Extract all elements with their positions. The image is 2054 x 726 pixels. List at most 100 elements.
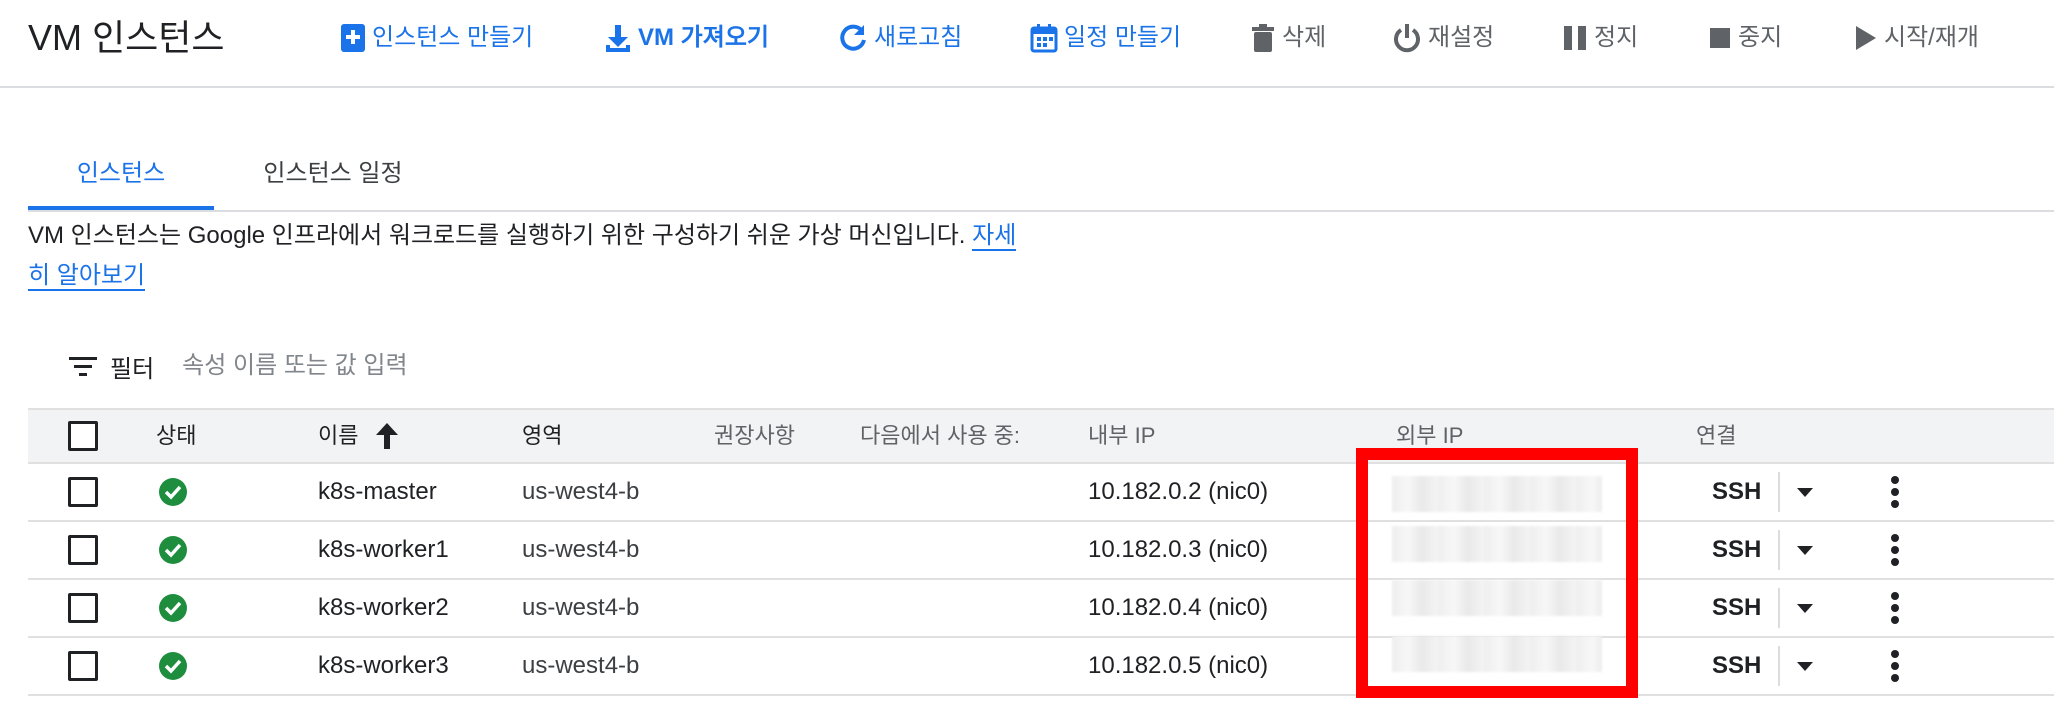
row-checkbox[interactable] (68, 477, 98, 507)
column-name: 이름 (318, 423, 359, 448)
more-actions-button[interactable] (1890, 580, 1900, 636)
caret-down-icon (1797, 488, 1813, 497)
top-toolbar: VM 인스턴스 인스턴스 만들기 VM 가져오기 새로고침 일정 만들기 삭제 … (0, 0, 2054, 88)
more-actions-button[interactable] (1890, 638, 1900, 694)
table-row[interactable]: k8s-worker2 us-west4-b 10.182.0.4 (nic0)… (28, 580, 2054, 638)
caret-down-icon (1797, 546, 1813, 555)
table-header: 상태 이름 영역 권장사항 다음에서 사용 중: 내부 IP 외부 IP 연결 (28, 408, 2054, 464)
check-circle-icon (159, 536, 187, 564)
internal-ip: 10.182.0.2 (nic0) (1088, 478, 1269, 505)
filter-input[interactable] (182, 352, 683, 380)
filter-label: 필터 (110, 355, 155, 383)
instance-zone: us-west4-b (522, 478, 640, 505)
pause-icon (1564, 26, 1586, 50)
tabs-divider (28, 210, 2054, 212)
more-actions-button[interactable] (1890, 522, 1900, 578)
suspend-button[interactable]: 정지 (1562, 18, 1638, 58)
download-icon (606, 25, 630, 52)
caret-down-icon (1797, 662, 1813, 671)
instance-name[interactable]: k8s-master (318, 464, 437, 520)
page-title: VM 인스턴스 (28, 17, 225, 58)
table-row[interactable]: k8s-master us-west4-b 10.182.0.2 (nic0) … (28, 464, 2054, 522)
ssh-button[interactable]: SSH (1712, 464, 1761, 520)
internal-ip: 10.182.0.5 (nic0) (1088, 652, 1269, 679)
refresh-icon (840, 24, 866, 51)
table-row[interactable]: k8s-worker3 us-west4-b 10.182.0.5 (nic0)… (28, 636, 2054, 696)
ssh-divider (1778, 472, 1780, 512)
instance-zone: us-west4-b (522, 652, 640, 679)
more-vert-icon (1891, 534, 1899, 566)
trash-icon (1252, 24, 1274, 52)
ssh-divider (1778, 646, 1780, 686)
refresh-label: 새로고침 (874, 24, 963, 51)
calendar-icon (1030, 24, 1058, 53)
tab-instances[interactable]: 인스턴스 (28, 152, 214, 212)
internal-ip: 10.182.0.3 (nic0) (1088, 536, 1269, 563)
ssh-dropdown[interactable] (1796, 464, 1814, 520)
column-status[interactable]: 상태 (156, 410, 196, 462)
page-description: VM 인스턴스는 Google 인프라에서 워크로드를 실행하기 위한 구성하기… (28, 216, 1048, 296)
play-icon (1856, 26, 1876, 50)
instance-name[interactable]: k8s-worker2 (318, 580, 449, 636)
column-internal-ip[interactable]: 내부 IP (1088, 410, 1155, 462)
create-schedule-button[interactable]: 일정 만들기 (1030, 18, 1181, 58)
power-icon (1394, 24, 1420, 53)
learn-more-link[interactable]: 자세 (972, 222, 1017, 251)
reset-label: 재설정 (1428, 24, 1495, 51)
instance-name[interactable]: k8s-worker3 (318, 638, 449, 694)
create-instance-button[interactable]: 인스턴스 만들기 (340, 18, 533, 58)
ssh-dropdown[interactable] (1796, 638, 1814, 694)
row-checkbox[interactable] (68, 593, 98, 623)
ssh-dropdown[interactable] (1796, 522, 1814, 578)
check-circle-icon (159, 478, 187, 506)
ssh-divider (1778, 588, 1780, 628)
delete-label: 삭제 (1282, 24, 1327, 51)
internal-ip: 10.182.0.4 (nic0) (1088, 594, 1269, 621)
check-circle-icon (159, 652, 187, 680)
ssh-button[interactable]: SSH (1712, 580, 1761, 636)
refresh-button[interactable]: 새로고침 (838, 18, 962, 58)
tab-instance-schedules[interactable]: 인스턴스 일정 (250, 152, 416, 212)
more-vert-icon (1891, 592, 1899, 624)
reset-button[interactable]: 재설정 (1392, 18, 1494, 58)
stop-button[interactable]: 중지 (1708, 18, 1782, 58)
instance-name[interactable]: k8s-worker1 (318, 522, 449, 578)
suspend-label: 정지 (1594, 24, 1639, 51)
more-vert-icon (1891, 650, 1899, 682)
row-checkbox[interactable] (68, 651, 98, 681)
ssh-button[interactable]: SSH (1712, 522, 1761, 578)
filter-bar: 필터 (68, 346, 683, 386)
stop-label: 중지 (1738, 24, 1783, 51)
check-circle-icon (159, 594, 187, 622)
import-vm-label: VM 가져오기 (638, 24, 769, 51)
more-actions-button[interactable] (1890, 464, 1900, 520)
caret-down-icon (1797, 604, 1813, 613)
active-tab-indicator (28, 206, 214, 210)
column-connect: 연결 (1696, 423, 1737, 448)
delete-button[interactable]: 삭제 (1250, 18, 1326, 58)
description-text: VM 인스턴스는 Google 인프라에서 워크로드를 실행하기 위한 구성하기… (28, 222, 973, 249)
learn-more-link-cont[interactable]: 히 알아보기 (28, 262, 146, 291)
column-zone[interactable]: 영역 (522, 410, 562, 462)
instance-zone: us-west4-b (522, 594, 640, 621)
column-in-use-by: 다음에서 사용 중: (860, 423, 1021, 448)
instance-zone: us-west4-b (522, 536, 640, 563)
column-name-sort[interactable]: 이름 (318, 410, 400, 462)
external-ip-highlight-box (1356, 448, 1638, 698)
stop-icon (1710, 28, 1730, 48)
ssh-divider (1778, 530, 1780, 570)
create-instance-label: 인스턴스 만들기 (372, 24, 534, 51)
ssh-button[interactable]: SSH (1712, 638, 1761, 694)
table-row[interactable]: k8s-worker1 us-west4-b 10.182.0.3 (nic0)… (28, 522, 2054, 580)
import-vm-button[interactable]: VM 가져오기 (604, 18, 769, 58)
create-schedule-label: 일정 만들기 (1064, 24, 1182, 51)
more-vert-icon (1891, 476, 1899, 508)
select-all-checkbox[interactable] (68, 421, 98, 451)
start-resume-button[interactable]: 시작/재개 (1854, 18, 1979, 58)
column-recommendations: 권장사항 (714, 423, 795, 448)
start-resume-label: 시작/재개 (1884, 24, 1979, 51)
ssh-dropdown[interactable] (1796, 580, 1814, 636)
arrow-up-icon (376, 423, 399, 449)
add-box-icon (341, 24, 365, 52)
row-checkbox[interactable] (68, 535, 98, 565)
